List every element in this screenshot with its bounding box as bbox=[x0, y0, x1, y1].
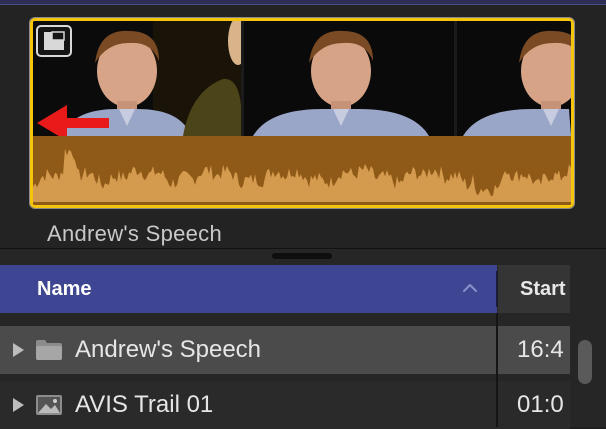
video-frame-3 bbox=[457, 21, 571, 136]
list-item[interactable]: AVIS Trail 01 01:0 bbox=[0, 381, 570, 429]
list-item-start: 01:0 bbox=[517, 391, 564, 418]
disclosure-triangle-icon[interactable] bbox=[11, 397, 25, 413]
list-item-start: 16:4 bbox=[517, 336, 564, 363]
scrollbar-thumb[interactable] bbox=[578, 340, 592, 384]
list-item-start-cell: 16:4 bbox=[497, 326, 570, 374]
column-divider-line bbox=[496, 313, 498, 427]
folder-icon bbox=[36, 340, 62, 360]
pane-divider[interactable] bbox=[0, 248, 606, 265]
frame-separator bbox=[454, 21, 457, 136]
list-item-name: Andrew's Speech bbox=[75, 336, 262, 363]
column-header-name[interactable]: Name bbox=[0, 265, 497, 313]
audio-waveform bbox=[33, 136, 571, 205]
video-frames bbox=[33, 21, 571, 136]
image-icon bbox=[36, 395, 62, 415]
resize-handle[interactable] bbox=[272, 253, 332, 259]
frame-separator bbox=[241, 21, 244, 136]
list-header: Name Start bbox=[0, 265, 606, 313]
list-item[interactable]: Andrew's Speech 16:4 bbox=[0, 326, 570, 374]
filmstrip-viewer: Andrew's Speech bbox=[0, 5, 606, 248]
column-header-start-label: Start bbox=[520, 278, 566, 300]
chevron-up-icon[interactable] bbox=[461, 279, 479, 297]
disclosure-triangle-icon[interactable] bbox=[11, 342, 25, 358]
list-item-start-cell: 01:0 bbox=[497, 381, 570, 429]
selected-clip[interactable] bbox=[30, 18, 574, 208]
clip-appearance-icon bbox=[36, 25, 72, 57]
browser-list: Name Start Andrew's Speech 16:4 AVIS Tra… bbox=[0, 265, 606, 429]
clip-title: Andrew's Speech bbox=[47, 221, 223, 246]
video-frame-2 bbox=[244, 21, 454, 136]
column-header-name-label: Name bbox=[37, 278, 92, 300]
list-item-name: AVIS Trail 01 bbox=[75, 391, 214, 418]
